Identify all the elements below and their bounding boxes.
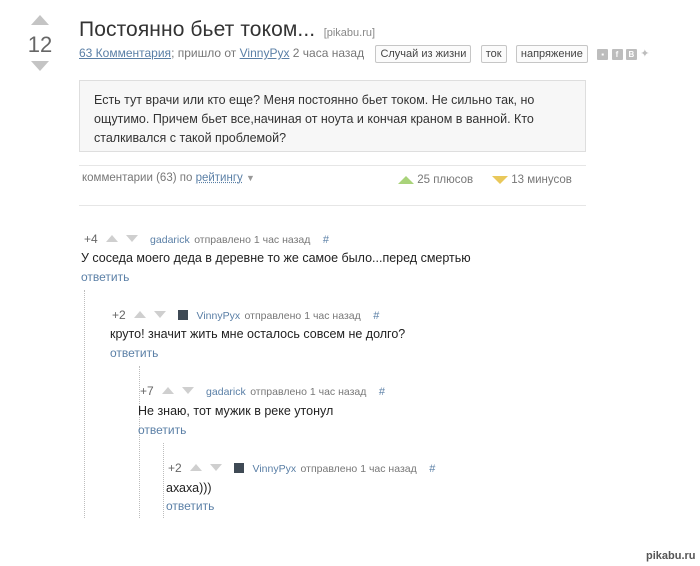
comment-permalink[interactable]: # [379,386,385,398]
facebook-icon[interactable]: f [611,49,623,60]
tag-1[interactable]: Случай из жизни [375,45,472,63]
comment-3-reply[interactable]: ответить [138,423,186,437]
divider-2 [79,205,586,206]
comments-header: комментарии (63) по рейтингу ▼ [82,172,255,184]
comment-rating: +7 [140,384,154,398]
comment-time: отправлено 1 час назад [250,386,367,398]
comment-permalink[interactable]: # [323,234,329,246]
divider [79,165,586,166]
minus-count-block: 13 минусов [492,174,572,186]
comment-time: отправлено 1 час назад [244,310,361,322]
post-source: [pikabu.ru] [323,27,376,39]
avatar [234,462,245,473]
comment-downvote-icon[interactable] [125,235,138,243]
comment-rating: +4 [84,232,98,246]
comment-upvote-icon[interactable] [162,387,175,395]
comment-rating: +2 [168,461,182,475]
comment-author[interactable]: gadarick [150,234,190,246]
comment-permalink[interactable]: # [373,310,379,322]
comment-1-text: У соседа моего деда в деревне то же само… [81,251,471,265]
comments-link[interactable]: 63 Комментария [79,46,171,60]
comment-time: отправлено 1 час назад [300,463,417,475]
tag-2[interactable]: ток [480,45,507,63]
thread-line [163,443,164,518]
comment-downvote-icon[interactable] [153,311,166,319]
comment-2-text: круто! значит жить мне осталось совсем н… [110,327,406,341]
comment-downvote-icon[interactable] [209,464,222,472]
comment-1-reply[interactable]: ответить [81,270,129,284]
tag-3[interactable]: напряжение [515,45,588,63]
plus-icon [398,175,414,184]
comment-4-reply[interactable]: ответить [166,499,214,513]
story-text: Есть тут врачи или кто еще? Меня постоян… [94,93,535,145]
comment-author[interactable]: gadarick [206,386,246,398]
comment-upvote-icon[interactable] [190,464,203,472]
sort-by-rating[interactable]: рейтингу [196,172,243,184]
comment-3-header: +7 gadarick отправлено 1 час назад # [140,382,385,400]
comments-count: комментарии (63) по [82,172,193,184]
comment-4-header: +2 VinnyPyx отправлено 1 час назад # [168,459,435,477]
minus-count: 13 минусов [511,174,572,186]
post-title[interactable]: Постоянно бьет током... [79,18,315,41]
comment-upvote-icon[interactable] [134,311,147,319]
post-rating: 12 [27,32,53,57]
save-icon[interactable]: ▪ [597,49,609,60]
comment-rating: +2 [112,308,126,322]
comment-time: отправлено 1 час назад [194,234,311,246]
avatar [178,309,189,320]
watermark: pikabu.ru [646,550,696,562]
comment-author[interactable]: VinnyPyx [197,310,241,322]
minus-icon [492,175,508,184]
comment-3-text: Не знаю, тот мужик в реке утонул [138,404,334,418]
sort-chevron-icon[interactable]: ▼ [246,173,255,183]
comment-2-reply[interactable]: ответить [110,346,158,360]
comment-permalink[interactable]: # [429,463,435,475]
twitter-icon[interactable]: ✦ [640,45,649,63]
comment-4-text: ахаха))) [166,481,212,495]
plus-count-block: 25 плюсов [398,174,473,186]
post-meta: 63 Комментария; пришло от VinnyPyx 2 час… [79,44,649,63]
thread-line [84,290,85,518]
comment-downvote-icon[interactable] [181,387,194,395]
downvote-button[interactable] [31,61,49,71]
story-box: Есть тут врачи или кто еще? Меня постоян… [79,80,586,152]
comment-author[interactable]: VinnyPyx [253,463,297,475]
post-time: 2 часа назад [292,46,365,60]
plus-count: 25 плюсов [417,174,474,186]
meta-text: ; пришло от [171,46,237,60]
post-header: Постоянно бьет током... [pikabu.ru] [79,18,375,42]
comment-upvote-icon[interactable] [106,235,119,243]
comment-1-header: +4 gadarick отправлено 1 час назад # [84,230,329,248]
vk-icon[interactable]: B [625,49,637,60]
upvote-button[interactable] [31,15,49,25]
comment-2-header: +2 VinnyPyx отправлено 1 час назад # [112,306,379,324]
post-author-link[interactable]: VinnyPyx [240,46,290,60]
